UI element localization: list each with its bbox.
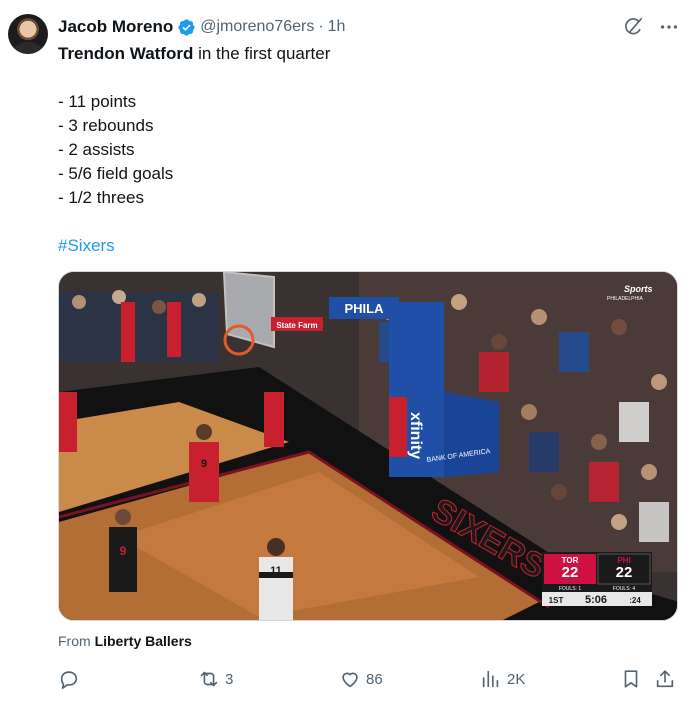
stat-line: - 3 rebounds: [58, 116, 154, 135]
video-frame: SIXERS xfinity BANK OF AMERICA PHILA Sta…: [59, 272, 677, 620]
player-number: 9: [201, 458, 207, 470]
avatar[interactable]: [8, 14, 48, 54]
bookmark-icon: [624, 670, 638, 688]
grok-icon[interactable]: [622, 16, 644, 38]
share-icon: [656, 670, 674, 688]
tweet-text: Trendon Watford in the first quarter - 1…: [58, 42, 678, 258]
separator: ·: [318, 18, 324, 35]
stat-line: - 2 assists: [58, 140, 135, 159]
game-clock: 5:06: [585, 594, 607, 606]
tweet-headline: Trendon Watford in the first quarter: [58, 42, 678, 66]
player-number: 9: [120, 544, 127, 558]
shot-clock: :24: [629, 596, 641, 605]
retweet-icon: [200, 671, 218, 687]
like-button[interactable]: 86: [339, 668, 383, 690]
views-button[interactable]: 2K: [480, 668, 525, 690]
from-attribution: From Liberty Ballers: [58, 633, 192, 649]
sign-text: State Farm: [276, 321, 317, 330]
quarter: 1ST: [549, 596, 564, 605]
more-icon[interactable]: [658, 16, 680, 38]
author-handle[interactable]: @jmoreno76ers: [200, 18, 314, 36]
bookmark-button[interactable]: [620, 668, 642, 690]
retweet-count: 3: [225, 670, 234, 688]
referee-number: 11: [270, 565, 282, 577]
stat-line: - 11 points: [58, 92, 137, 111]
retweet-button[interactable]: 3: [198, 668, 233, 690]
like-icon: [342, 672, 358, 688]
tweet-header: Jacob Moreno @jmoreno76ers · 1h: [58, 16, 345, 38]
headline-bold: Trendon Watford: [58, 44, 194, 63]
from-label: From: [58, 633, 95, 649]
scorebug: TOR PHI 22 22 FOULS: 1 FOULS: 4 1ST 5:06…: [542, 552, 652, 606]
network-sub: PHILADELPHIA: [607, 296, 644, 302]
share-button[interactable]: [654, 668, 676, 690]
source-link[interactable]: Liberty Ballers: [95, 633, 192, 649]
reply-button[interactable]: [58, 668, 85, 690]
backboard-text: PHILA: [345, 301, 385, 316]
network-logo: Sports: [624, 284, 653, 294]
like-count: 86: [366, 670, 383, 688]
away-score: 22: [562, 564, 579, 581]
stanchion-text: xfinity: [407, 412, 424, 459]
author-name[interactable]: Jacob Moreno: [58, 17, 173, 37]
stat-line: - 5/6 field goals: [58, 164, 174, 183]
timestamp[interactable]: 1h: [328, 18, 346, 36]
away-fouls: FOULS: 1: [559, 586, 581, 592]
video-player[interactable]: SIXERS xfinity BANK OF AMERICA PHILA Sta…: [58, 271, 678, 621]
reply-icon: [60, 671, 78, 689]
views-icon: [482, 670, 499, 688]
verified-badge-icon: [178, 18, 195, 36]
hashtag-link[interactable]: #Sixers: [58, 236, 115, 255]
stat-line: - 1/2 threes: [58, 188, 144, 207]
home-score: 22: [616, 564, 633, 581]
tweet-top-actions: [622, 16, 680, 38]
home-fouls: FOULS: 4: [613, 586, 635, 592]
action-bar: 3 86 2K: [58, 668, 684, 692]
headline-rest: in the first quarter: [193, 44, 331, 63]
views-count: 2K: [507, 670, 526, 688]
